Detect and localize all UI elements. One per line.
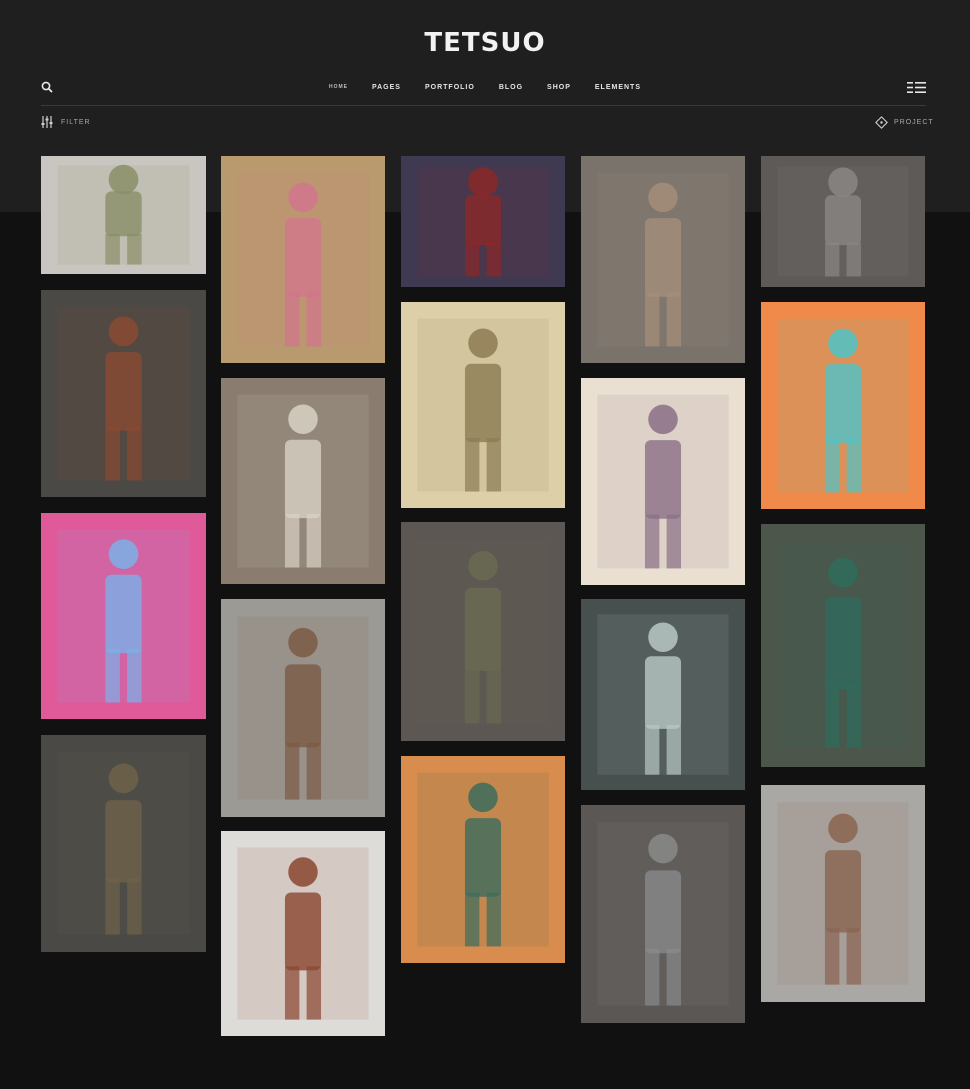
artwork-thumbnail xyxy=(581,378,745,585)
nav-portfolio[interactable]: PORTFOLIO xyxy=(425,84,475,91)
gallery-item-pilgrim-sketch[interactable] xyxy=(581,156,745,363)
gallery-item-swordswoman-sketch[interactable] xyxy=(581,378,745,585)
project-label: PROJECT xyxy=(894,118,934,126)
gallery-item-armored-soldier[interactable] xyxy=(41,290,206,497)
filter-label: FILTER xyxy=(61,118,91,126)
nav-blog[interactable]: BLOG xyxy=(499,84,523,91)
menu-icon[interactable] xyxy=(907,82,926,93)
artwork-thumbnail xyxy=(221,599,385,817)
artwork-thumbnail xyxy=(581,599,745,790)
gallery-item-hangar-line-drawing[interactable] xyxy=(761,156,925,287)
gallery-item-gunner-figure[interactable] xyxy=(761,785,925,1002)
artwork-thumbnail xyxy=(41,156,206,274)
artwork-thumbnail xyxy=(401,756,565,963)
gallery-item-heavy-mech-soldier[interactable] xyxy=(41,735,206,952)
gallery-item-pink-neon-pilot[interactable] xyxy=(41,513,206,719)
gallery-item-robot-sketch-sheet[interactable] xyxy=(41,156,206,274)
nav-elements[interactable]: ELEMENTS xyxy=(595,84,641,91)
gallery-item-centaur-rider[interactable] xyxy=(761,524,925,767)
artwork-thumbnail xyxy=(401,156,565,287)
project-link[interactable]: PROJECT xyxy=(875,115,934,129)
artwork-thumbnail xyxy=(41,290,206,497)
diamond-icon xyxy=(875,115,888,129)
artwork-thumbnail xyxy=(221,831,385,1036)
header-divider xyxy=(41,105,926,106)
nav-home[interactable]: HOME xyxy=(329,84,348,90)
gallery-item-soldier-with-backpack[interactable] xyxy=(221,831,385,1036)
artwork-thumbnail xyxy=(401,302,565,508)
artwork-thumbnail xyxy=(761,524,925,767)
gallery-item-scout-on-grey[interactable] xyxy=(221,599,385,817)
sliders-icon xyxy=(41,116,53,128)
gallery-item-masked-figure-sketch[interactable] xyxy=(221,378,385,584)
artwork-thumbnail xyxy=(761,156,925,287)
gallery-item-spiked-helmet-figure[interactable] xyxy=(401,522,565,741)
artwork-thumbnail xyxy=(41,735,206,952)
artwork-thumbnail xyxy=(581,805,745,1023)
gallery-item-faces-line-sketch[interactable] xyxy=(401,302,565,508)
gallery-item-red-haired-woman[interactable] xyxy=(401,756,565,963)
artwork-thumbnail xyxy=(221,156,385,363)
gallery-item-pink-warrior-illustration[interactable] xyxy=(221,156,385,363)
main-navigation: HOME PAGES PORTFOLIO BLOG SHOP ELEMENTS xyxy=(0,80,970,94)
artwork-thumbnail xyxy=(401,522,565,741)
site-logo[interactable]: TETSUO xyxy=(0,28,970,58)
gallery-item-motorcycle-scene[interactable] xyxy=(401,156,565,287)
artwork-thumbnail xyxy=(761,785,925,1002)
nav-shop[interactable]: SHOP xyxy=(547,84,571,91)
gallery-item-bad-poster[interactable] xyxy=(581,599,745,790)
artwork-thumbnail xyxy=(221,378,385,584)
gallery-item-neon-faces[interactable] xyxy=(761,302,925,509)
artwork-thumbnail xyxy=(41,513,206,719)
filter-toggle[interactable]: FILTER xyxy=(41,115,91,129)
nav-pages[interactable]: PAGES xyxy=(372,84,401,91)
artwork-thumbnail xyxy=(581,156,745,363)
gallery-item-hooded-archer[interactable] xyxy=(581,805,745,1023)
artwork-thumbnail xyxy=(761,302,925,509)
